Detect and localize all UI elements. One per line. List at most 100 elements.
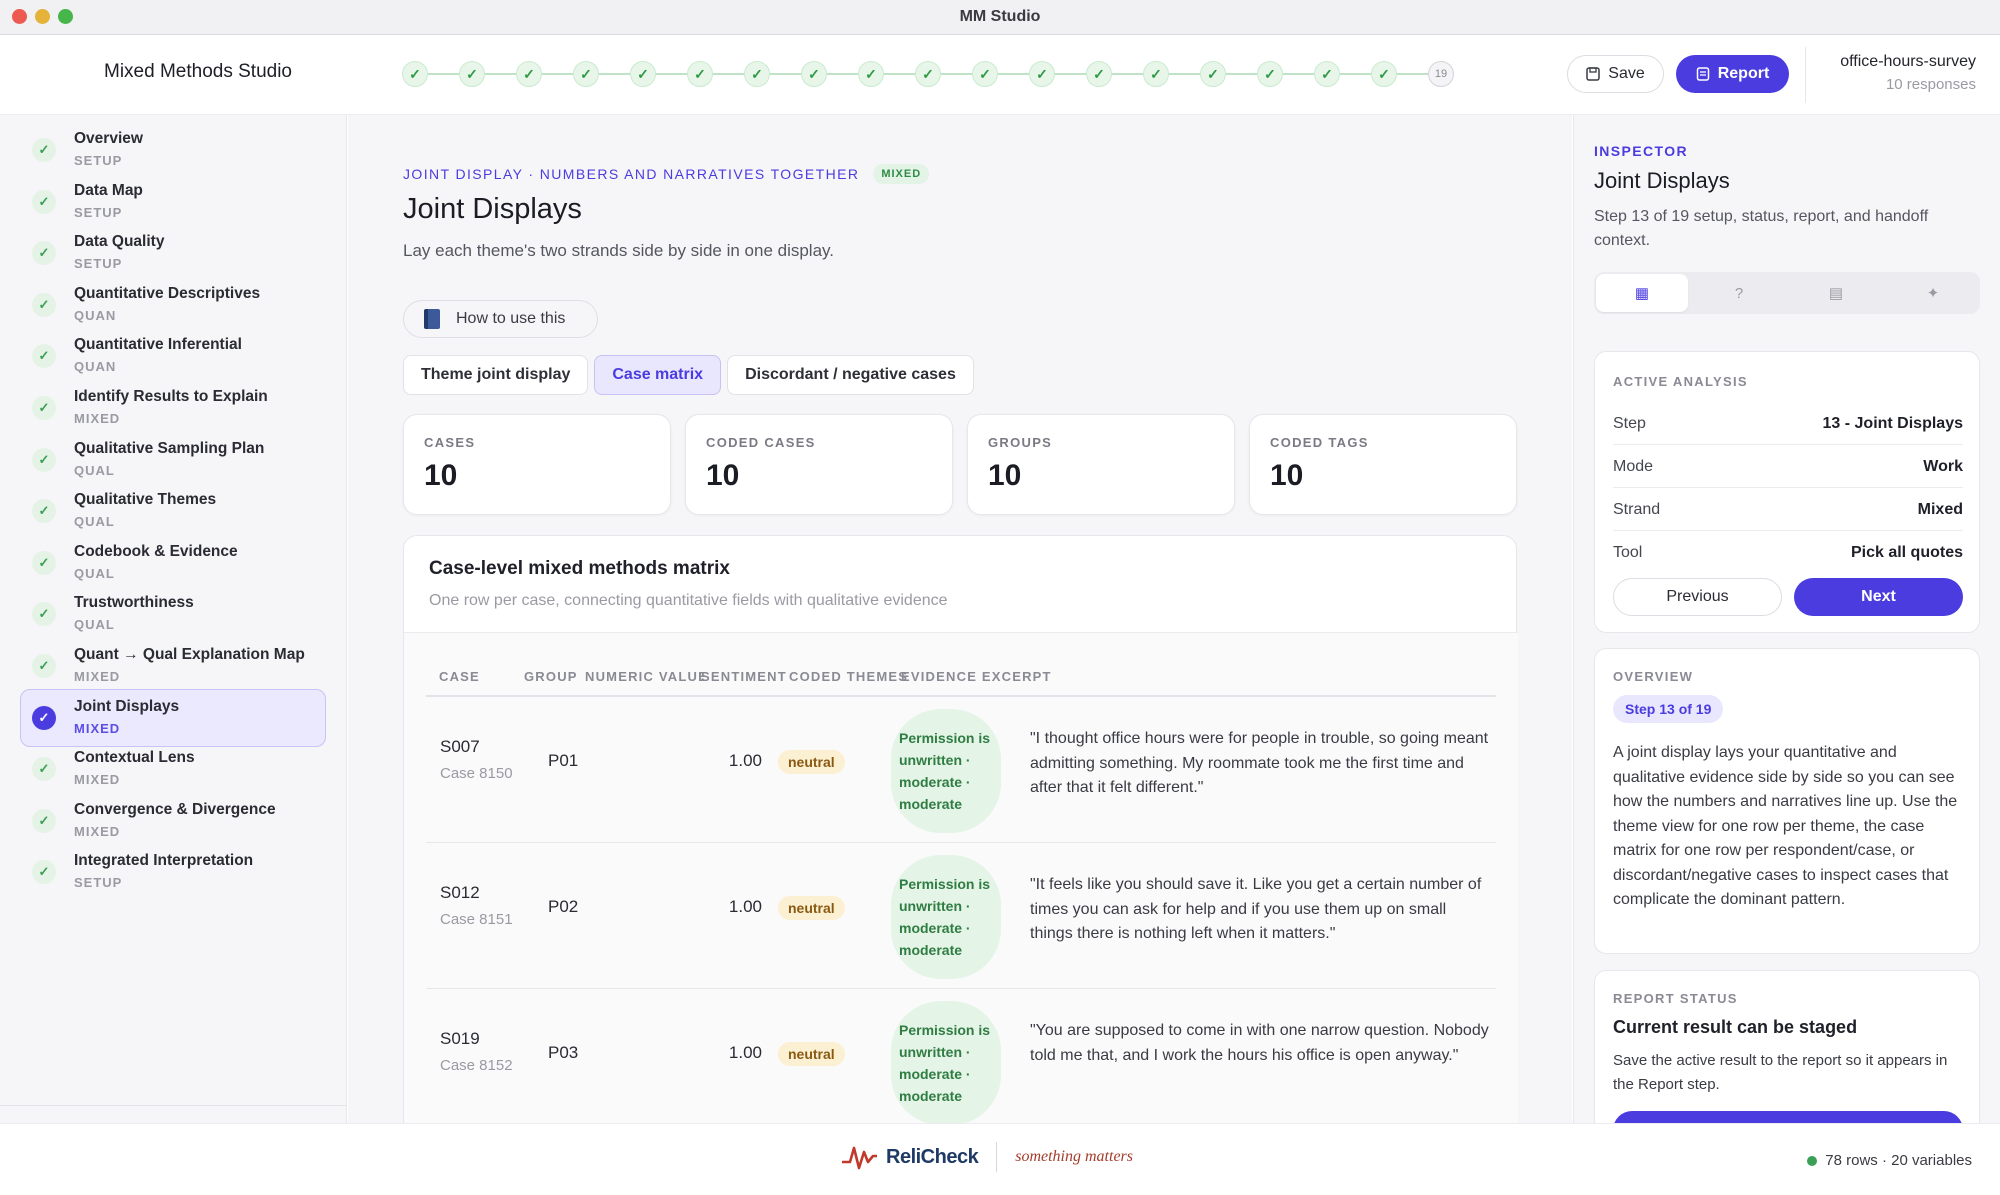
stepper-step-complete[interactable]: ✓ [1086,61,1112,87]
stepper-step-complete[interactable]: ✓ [687,61,713,87]
report-status-eyebrow: REPORT STATUS [1613,991,1738,1006]
inspector-panel: INSPECTOR Joint Displays Step 13 of 19 s… [1573,115,2000,1123]
column-header-sentiment[interactable]: SENTIMENT [701,669,787,684]
stepper-step-complete[interactable]: ✓ [573,61,599,87]
stepper-step-complete[interactable]: ✓ [1257,61,1283,87]
sidebar-item-contextual-lens[interactable]: ✓ Contextual Lens MIXED [20,740,326,798]
check-icon: ✓ [32,550,56,575]
column-header-evidence-excerpt[interactable]: EVIDENCE EXCERPT [901,669,1052,684]
step-pill: Step 13 of 19 [1613,695,1724,723]
tab-discordant-negative-cases[interactable]: Discordant / negative cases [727,355,974,395]
sidebar-item-joint-displays[interactable]: ✓ Joint Displays MIXED [20,688,326,747]
report-button[interactable]: Report [1676,55,1789,93]
sidebar-item-quantitative-descriptives[interactable]: ✓ Quantitative Descriptives QUAN [20,276,326,334]
how-to-use-button[interactable]: How to use this [403,300,598,338]
numeric-value-cell: 1.00 [728,1043,762,1062]
sidebar-item-codebook-evidence[interactable]: ✓ Codebook & Evidence QUAL [20,534,326,592]
sidebar-item-tag: SETUP [74,153,123,168]
stepper-connector [998,73,1029,75]
stepper-step-complete[interactable]: ✓ [516,61,542,87]
stepper-step-current[interactable]: 19 [1428,61,1454,87]
column-header-group[interactable]: GROUP [524,669,578,684]
sidebar-item-label: Joint Displays [74,697,180,715]
stepper-step-complete[interactable]: ✓ [744,61,770,87]
sidebar-item-convergence-divergence[interactable]: ✓ Convergence & Divergence MIXED [20,792,326,850]
minimize-window-button[interactable] [35,9,50,24]
active-analysis-card: ACTIVE ANALYSIS Step 13 - Joint Displays M… [1594,351,1980,633]
sidebar-item-label: Data Quality [74,233,165,251]
sparkle-icon[interactable]: ✦ [1887,274,1979,312]
stepper-connector [599,73,630,75]
project-info[interactable]: office-hours-survey 10 responses [1840,53,1976,93]
sidebar-item-overview[interactable]: ✓ Overview SETUP [20,121,326,179]
stepper-step-complete[interactable]: ✓ [1143,61,1169,87]
active-analysis-eyebrow: ACTIVE ANALYSIS [1613,374,1748,389]
column-header-numeric-value[interactable]: NUMERIC VALUE [585,669,708,684]
sidebar-item-quant-qual-explanation-map[interactable]: ✓ Quant → Qual Explanation Map MIXED [20,637,326,695]
progress-stepper: ✓ ✓ ✓ ✓ ✓ ✓ ✓ ✓ ✓ ✓ ✓ ✓ ✓ ✓ ✓ ✓ ✓ ✓ 19 [402,61,1454,87]
analysis-row-step: Step 13 - Joint Displays [1613,402,1963,445]
coded-theme-tag[interactable]: Permission is unwritten · moderate · mod… [891,1001,1001,1123]
document-icon[interactable]: ▤ [1790,274,1882,312]
sidebar-item-identify-results-to-explain[interactable]: ✓ Identify Results to Explain MIXED [20,379,326,437]
table-row[interactable]: S007 Case 8150 P01 1.00 neutral Permission is… [426,697,1496,843]
sidebar-item-label: Qualitative Sampling Plan [74,439,265,457]
sidebar-item-integrated-interpretation[interactable]: ✓ Integrated Interpretation SETUP [20,843,326,901]
next-button[interactable]: Next [1794,578,1963,616]
check-icon: ✓ [32,602,56,627]
sidebar-item-qualitative-themes[interactable]: ✓ Qualitative Themes QUAL [20,482,326,540]
case-code: S007 [440,737,480,756]
column-header-case[interactable]: CASE [439,669,480,684]
group-cell: P01 [548,751,579,770]
sidebar-item-data-quality[interactable]: ✓ Data Quality SETUP [20,224,326,282]
check-icon: ✓ [32,705,56,730]
table-row[interactable]: S019 Case 8152 P03 1.00 neutral Permission is… [426,989,1496,1123]
check-icon: ✓ [32,860,56,885]
app-footer: ReliCheck something matters 78 rows · 20… [0,1123,2000,1195]
main-content: JOINT DISPLAY · NUMBERS AND NARRATIVES T… [348,115,1572,1123]
coded-theme-tag[interactable]: Permission is unwritten · moderate · mod… [891,709,1001,833]
stepper-step-complete[interactable]: ✓ [858,61,884,87]
stepper-step-complete[interactable]: ✓ [1200,61,1226,87]
close-window-button[interactable] [12,9,27,24]
tab-theme-joint-display[interactable]: Theme joint display [403,355,589,395]
coded-theme-tag[interactable]: Permission is unwritten · moderate · mod… [891,855,1001,979]
sidebar-item-data-map[interactable]: ✓ Data Map SETUP [20,173,326,231]
stepper-step-complete[interactable]: ✓ [402,61,428,87]
stat-card-coded-cases: CODED CASES 10 [685,414,953,515]
tab-case-matrix[interactable]: Case matrix [594,355,722,395]
overview-text: A joint display lays your quantitative a… [1613,744,1958,908]
relicheck-logo: ReliCheck something matters [842,1142,1133,1172]
logo-name: ReliCheck [886,1145,979,1168]
stage-result-button[interactable] [1613,1111,1963,1123]
previous-button[interactable]: Previous [1613,578,1782,616]
sidebar-item-label: Overview [74,130,143,147]
stepper-step-complete[interactable]: ✓ [972,61,998,87]
sidebar-item-trustworthiness[interactable]: ✓ Trustworthiness QUAL [20,585,326,643]
stepper-step-complete[interactable]: ✓ [459,61,485,87]
save-button[interactable]: Save [1567,55,1664,93]
sidebar-item-tag: QUAN [74,307,117,323]
stepper-step-complete[interactable]: ✓ [801,61,827,87]
stepper-step-complete[interactable]: ✓ [630,61,656,87]
sentiment-badge: neutral [778,896,845,920]
help-circle-icon[interactable]: ? [1693,274,1785,312]
stepper-step-complete[interactable]: ✓ [1029,61,1055,87]
check-icon: ✓ [1093,65,1105,82]
stepper-step-complete[interactable]: ✓ [915,61,941,87]
table-row[interactable]: S012 Case 8151 P02 1.00 neutral Permission is… [426,843,1496,989]
column-header-coded-themes[interactable]: CODED THEMES [789,669,908,684]
report-label: Report [1717,65,1770,82]
zoom-window-button[interactable] [58,9,73,24]
grid-icon[interactable]: ▦ [1596,274,1688,312]
sidebar-item-qualitative-sampling-plan[interactable]: ✓ Qualitative Sampling Plan QUAL [20,431,326,489]
stepper-step-complete[interactable]: ✓ [1314,61,1340,87]
sidebar-item-quantitative-inferential[interactable]: ✓ Quantitative Inferential QUAN [20,327,326,385]
stepper-step-complete[interactable]: ✓ [1371,61,1397,87]
inspector-description: Step 13 of 19 setup, status, report, and… [1594,208,1929,249]
check-icon: ✓ [32,292,56,317]
check-icon: ✓ [409,65,421,82]
app-header: Mixed Methods Studio ✓ ✓ ✓ ✓ ✓ ✓ ✓ ✓ ✓ ✓ ✓ ✓ ✓ ✓ ✓ ✓ ✓ ✓ 1… [0,35,2000,115]
stat-label: CODED CASES [706,435,816,450]
logo-tagline: something matters [1015,1148,1133,1165]
